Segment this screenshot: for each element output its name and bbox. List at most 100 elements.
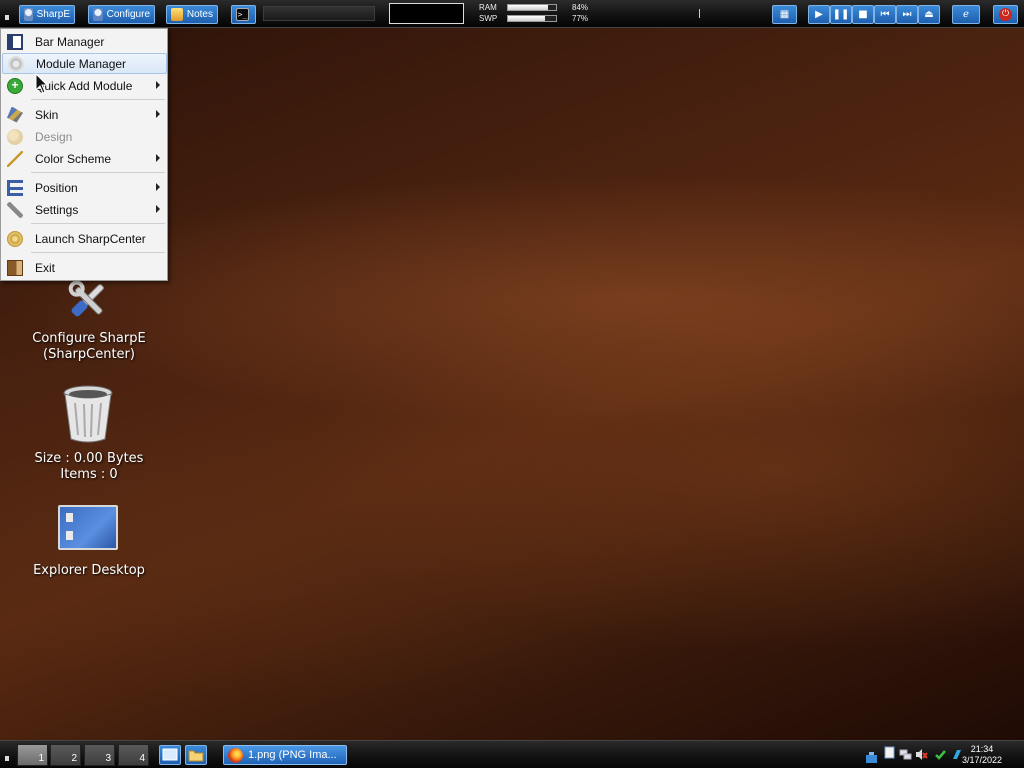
file-explorer-button[interactable] [185,745,207,765]
menu-item-label: Quick Add Module [35,78,133,93]
ram-meter [507,4,557,11]
skin-icon [7,106,23,123]
explorer-desktop-label: Explorer Desktop [33,563,145,578]
menu-item-exit[interactable]: Exit [2,257,167,278]
recycle-bin-shortcut[interactable]: Size : 0.00 Bytes Items : 0 [24,451,154,483]
settings-icon [7,201,23,218]
mouse-cursor-icon [35,73,49,94]
sharpe-button[interactable]: SharpE [19,5,75,24]
configure-sharpe-shortcut[interactable]: Configure SharpE (SharpCenter) [24,331,154,363]
submenu-arrow-icon [156,154,160,162]
workspace-number: 3 [105,753,111,764]
next-button[interactable]: ⏭ [896,5,918,24]
bar-grip-handle[interactable] [5,756,9,761]
submenu-arrow-icon [156,183,160,191]
recycle-bin-icon[interactable] [62,385,114,443]
play-button[interactable]: ▶ [808,5,830,24]
configure-icon [93,8,103,21]
network-tray-icon[interactable] [865,751,878,764]
notes-icon [171,8,183,21]
menu-item-position[interactable]: Position [2,177,167,198]
design-icon [7,128,23,145]
workspace-number: 4 [139,753,145,764]
menu-item-launch-sharpcenter[interactable]: Launch SharpCenter [2,228,167,249]
workspace-2-button[interactable]: 2 [50,744,81,766]
swap-meter-fill [508,16,545,21]
menu-item-label: Launch SharpCenter [35,231,146,246]
show-desktop-button[interactable] [159,745,181,765]
tools-icon[interactable] [62,278,114,322]
menu-item-skin[interactable]: Skin [2,104,167,125]
workspace-4-button[interactable]: 4 [118,744,149,766]
stop-button[interactable]: ■ [852,5,874,24]
desktop-icon [162,748,178,761]
configure-button[interactable]: Configure [88,5,155,24]
stop-icon: ■ [858,9,868,20]
terminal-button[interactable]: >_ [231,5,256,24]
ram-value: 84% [572,3,589,12]
menu-item-bar-manager[interactable]: Bar Manager [2,31,167,52]
play-icon: ▶ [815,9,823,20]
configure-sharpe-sublabel: (SharpCenter) [43,347,135,362]
pause-button[interactable]: ❚❚ [830,5,852,24]
recycle-bin-size-label: Size : 0.00 Bytes [34,451,144,466]
previous-icon: ⏮ [880,9,890,20]
security-check-icon[interactable] [934,748,947,761]
ram-meter-fill [508,5,549,10]
eject-button[interactable]: ⏏ [918,5,940,24]
eject-icon: ⏏ [924,9,934,20]
configure-sharpe-label: Configure SharpE [32,331,146,346]
taskbar-item-png-viewer[interactable]: 1.png (PNG Ima... [223,745,347,765]
configure-button-label: Configure [106,9,150,20]
explorer-desktop-icon[interactable] [58,505,118,550]
menu-item-color-scheme[interactable]: Color Scheme [2,148,167,169]
menu-separator [31,252,165,253]
bottom-bar: 1 2 3 4 1.png (PNG Ima... 21:34 3/17/202… [0,740,1024,768]
notes-button[interactable]: Notes [166,5,218,24]
task-label: 1.png (PNG Ima... [248,749,337,761]
position-icon [7,179,23,196]
menu-item-label: Module Manager [36,56,127,71]
ram-label: RAM [479,3,497,12]
swap-label: SWP [479,14,498,23]
sharpe-context-menu: Bar Manager Module Manager + Quick Add M… [0,28,168,281]
workspace-3-button[interactable]: 3 [84,744,115,766]
menu-item-label: Settings [35,202,79,217]
bar-grip-handle[interactable] [5,15,9,20]
bar-manager-icon [7,33,23,50]
launch-icon [7,230,23,247]
add-icon: + [7,77,23,94]
menu-item-settings[interactable]: Settings [2,199,167,220]
volume-muted-icon[interactable] [915,748,928,761]
bar-divider [699,9,700,18]
network-connection-icon[interactable] [899,748,912,761]
menu-item-module-manager[interactable]: Module Manager [2,53,167,74]
folder-icon [188,750,204,762]
sharpe-button-label: SharpE [36,9,70,20]
menu-item-label: Position [35,180,78,195]
system-clock[interactable]: 21:34 3/17/2022 [962,744,1002,766]
menu-item-label: Design [35,129,73,144]
clock-time: 21:34 [970,744,994,754]
firefox-icon [228,747,243,763]
shutdown-button[interactable]: ⏻ [993,5,1018,24]
menu-item-quick-add-module[interactable]: + Quick Add Module [2,75,167,96]
menu-separator [31,172,165,173]
terminal-icon: >_ [236,8,249,21]
notes-button-label: Notes [186,9,213,20]
menu-separator [31,99,165,100]
explorer-desktop-shortcut[interactable]: Explorer Desktop [24,563,154,579]
document-tray-icon[interactable] [883,746,896,759]
command-input[interactable] [263,6,375,21]
explorer-desktop-glyph [66,513,73,540]
menu-item-design: Design [2,126,167,147]
recycle-bin-items-label: Items : 0 [60,467,118,482]
submenu-arrow-icon [156,81,160,89]
previous-button[interactable]: ⏮ [874,5,896,24]
media-player-button[interactable]: ▦ [772,5,797,24]
internet-explorer-button[interactable]: ℯ [952,5,980,24]
workspace-number: 1 [38,753,44,764]
workspace-1-button[interactable]: 1 [17,744,48,766]
color-scheme-icon [7,150,23,167]
menu-item-label: Bar Manager [35,34,105,49]
